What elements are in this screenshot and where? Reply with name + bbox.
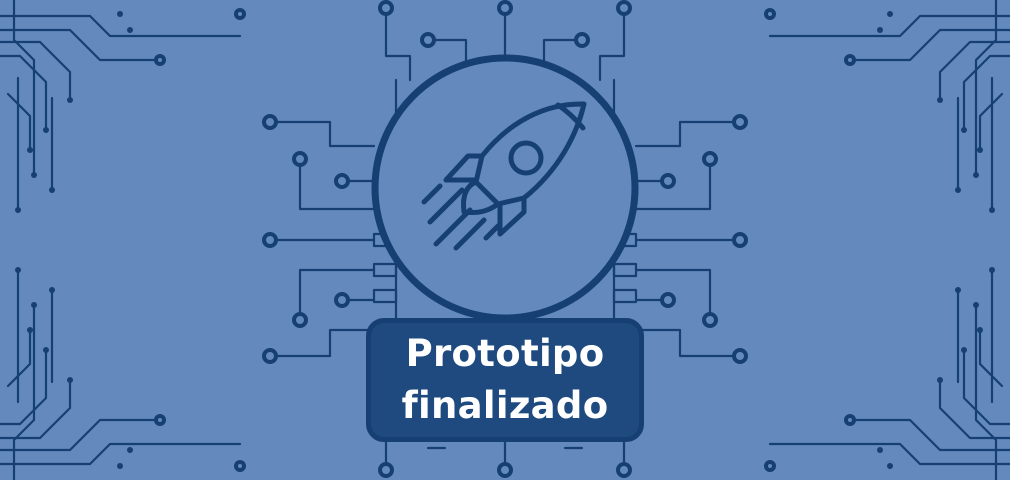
top-left-corner-circuit (0, 0, 246, 213)
top-right-corner-circuit (764, 0, 1010, 213)
status-label-line-1: Prototipo (405, 332, 605, 375)
bottom-circuit-pattern (378, 438, 632, 478)
bottom-right-corner-circuit (764, 267, 1010, 480)
status-label-box: Prototipo finalizado (366, 318, 644, 442)
bottom-left-corner-circuit (0, 267, 246, 480)
status-label-line-2: finalizado (401, 384, 609, 427)
rocket-badge-circle (371, 54, 639, 322)
status-label: Prototipo finalizado (402, 328, 609, 432)
